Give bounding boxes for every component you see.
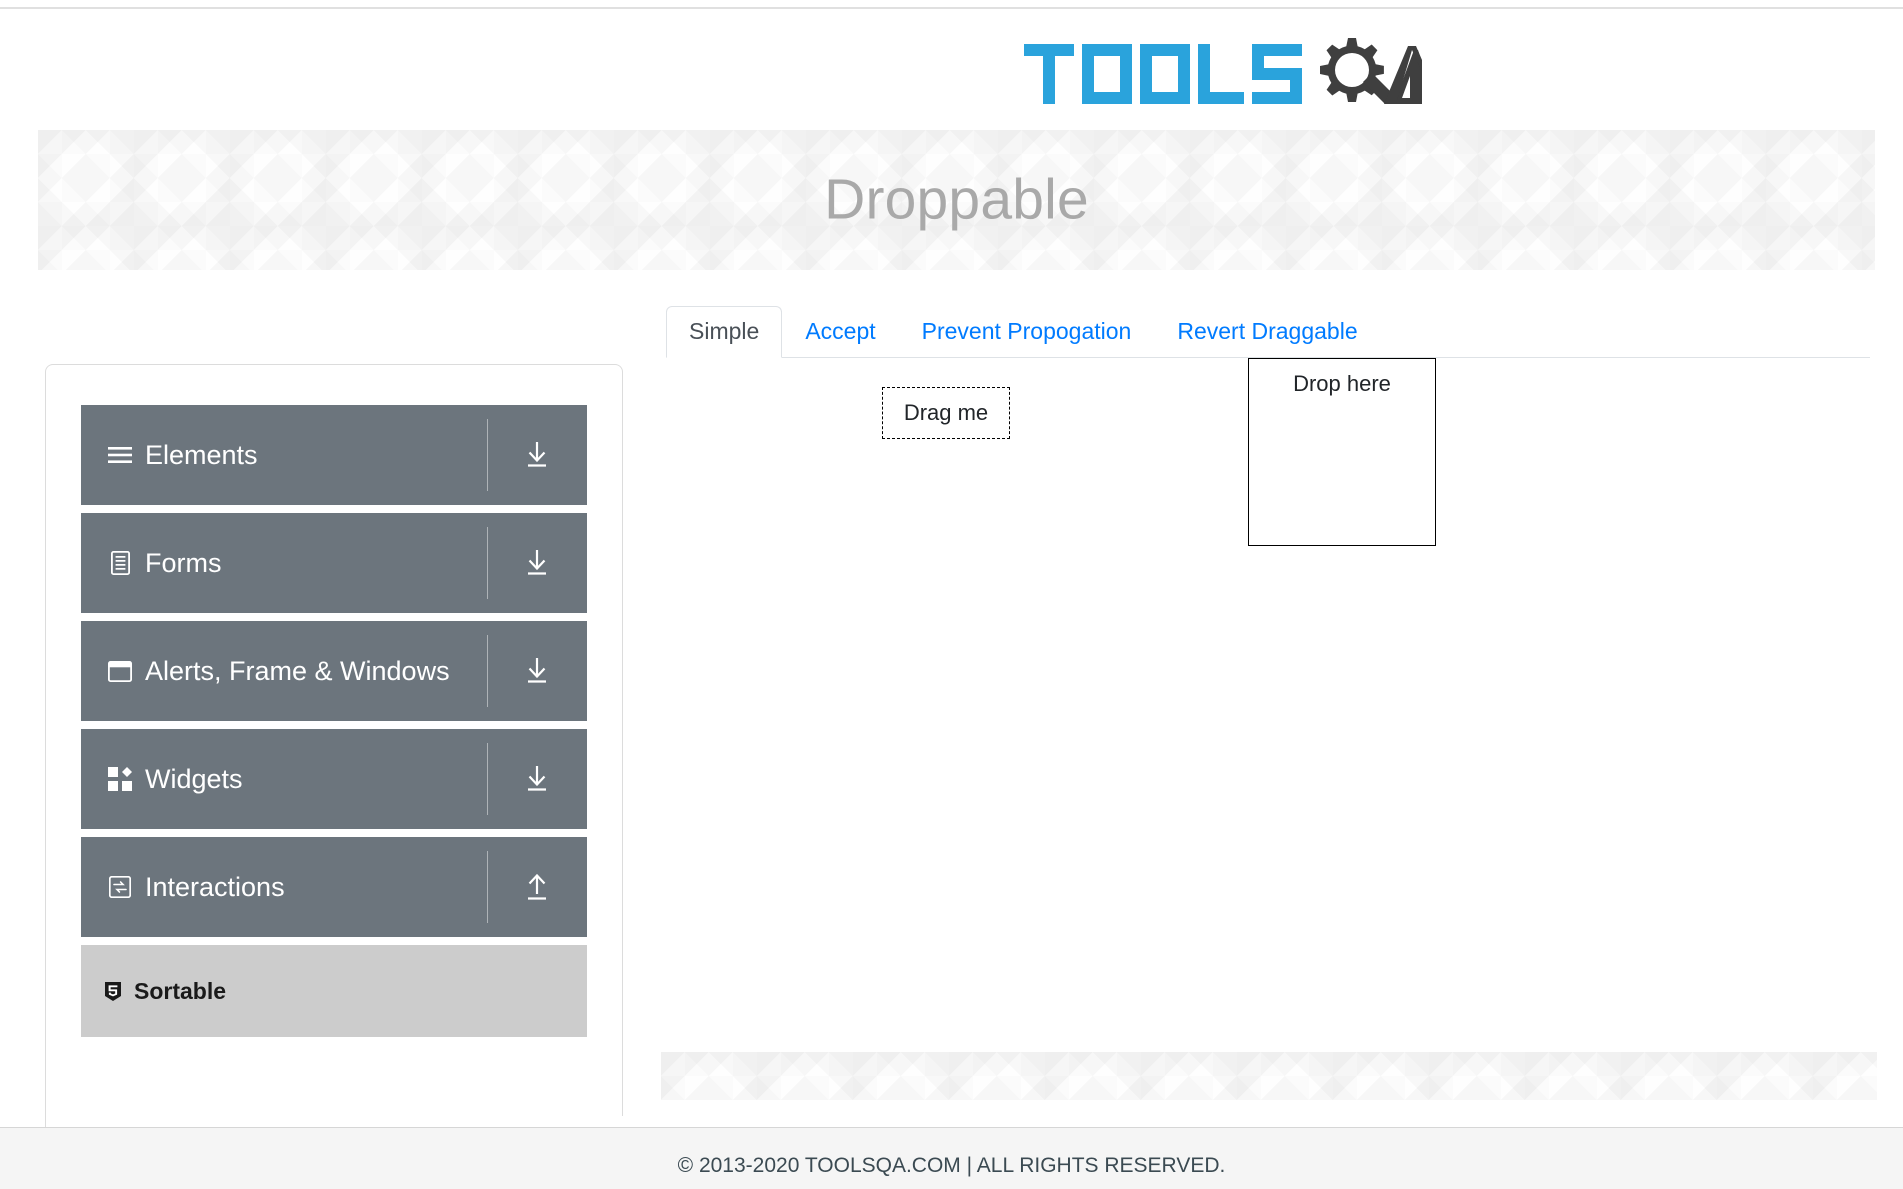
top-divider: [0, 7, 1903, 9]
sidebar-group-interactions[interactable]: Interactions: [81, 837, 587, 937]
footer-copyright: © 2013-2020 TOOLSQA.COM | ALL RIGHTS RES…: [677, 1154, 1226, 1177]
group-divider: [487, 527, 488, 599]
sidebar-group-elements-label-wrap: Elements: [81, 440, 258, 471]
sidebar-group-elements-toggle[interactable]: [487, 405, 587, 505]
bottom-banner: [661, 1052, 1877, 1100]
sidebar-group-widgets-toggle[interactable]: [487, 729, 587, 829]
arrow-down-icon: [528, 442, 546, 467]
sidebar-item-label: Sortable: [134, 977, 227, 1004]
tab-prevent-propogation[interactable]: Prevent Propogation: [899, 306, 1155, 358]
content-panel: Simple Accept Prevent Propogation Revert…: [661, 285, 1877, 1120]
tab-accept[interactable]: Accept: [782, 306, 898, 358]
sidebar-group-label: Alerts, Frame & Windows: [145, 655, 450, 686]
tab-panel-simple: Drag me Drop here: [666, 358, 1870, 1048]
group-divider: [487, 851, 488, 923]
widgets-grid-icon: [108, 767, 132, 791]
sidebar-group-forms-toggle[interactable]: [487, 513, 587, 613]
sidebar-group-label: Forms: [145, 547, 222, 578]
arrow-down-icon: [528, 658, 546, 683]
sidebar-group-alerts-label-wrap: Alerts, Frame & Windows: [81, 656, 450, 687]
browser-window-icon: [108, 659, 132, 683]
sidebar-group-label: Interactions: [145, 871, 285, 902]
tab-simple[interactable]: Simple: [666, 306, 783, 358]
sidebar-group-alerts-toggle[interactable]: [487, 621, 587, 721]
arrow-down-icon: [528, 766, 546, 791]
arrow-down-icon: [528, 550, 546, 575]
toolsqa-logo[interactable]: [1022, 28, 1522, 120]
sidebar-left-edge: [45, 1110, 46, 1128]
site-header: [0, 10, 1903, 128]
sidebar-group-widgets-label-wrap: Widgets: [81, 764, 243, 795]
document-list-icon: [108, 551, 132, 575]
group-divider: [487, 743, 488, 815]
group-divider: [487, 419, 488, 491]
sidebar-group-label: Elements: [145, 439, 258, 470]
page-root: Droppable Elements Forms Alerts, Frame &…: [0, 0, 1903, 1189]
sidebar-item-sortable[interactable]: Sortable: [81, 945, 587, 1037]
sidebar-group-label: Widgets: [145, 763, 243, 794]
sidebar-list: Elements Forms Alerts, Frame & Windows W…: [46, 365, 622, 1037]
toolsqa-logo-svg: [1024, 38, 1422, 104]
tab-revert-draggable[interactable]: Revert Draggable: [1154, 306, 1380, 358]
sidebar-sublist-interactions: Sortable: [81, 945, 587, 1037]
sidebar-group-interactions-label-wrap: Interactions: [81, 872, 285, 903]
sidebar-group-elements[interactable]: Elements: [81, 405, 587, 505]
page-title: Droppable: [824, 167, 1089, 232]
sidebar-group-widgets[interactable]: Widgets: [81, 729, 587, 829]
group-divider: [487, 635, 488, 707]
sidebar-group-forms-label-wrap: Forms: [81, 548, 222, 579]
html5-shield-icon: [103, 980, 123, 1002]
sidebar-group-alerts-frame-windows[interactable]: Alerts, Frame & Windows: [81, 621, 587, 721]
page-banner: Droppable: [38, 130, 1875, 270]
arrow-up-icon: [528, 873, 546, 900]
sync-arrows-icon: [108, 875, 132, 899]
sidebar-group-forms[interactable]: Forms: [81, 513, 587, 613]
droppable-tabs: Simple Accept Prevent Propogation Revert…: [666, 306, 1870, 358]
droppable-box[interactable]: Drop here: [1248, 358, 1436, 546]
draggable-box[interactable]: Drag me: [882, 387, 1010, 439]
hamburger-menu-icon: [108, 443, 132, 467]
site-footer: © 2013-2020 TOOLSQA.COM | ALL RIGHTS RES…: [0, 1127, 1903, 1189]
sidebar-panel: Elements Forms Alerts, Frame & Windows W…: [45, 364, 623, 1116]
main-region: Elements Forms Alerts, Frame & Windows W…: [0, 285, 1903, 1120]
sidebar-group-interactions-toggle[interactable]: [487, 837, 587, 937]
